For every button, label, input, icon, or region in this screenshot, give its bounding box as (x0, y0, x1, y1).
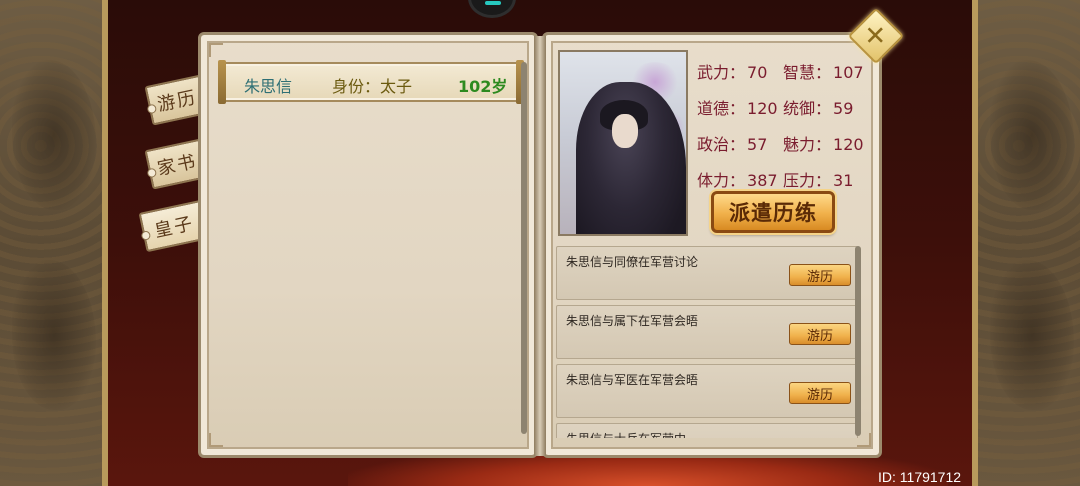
list-item: 朱思信与士兵在军营中 游历 (556, 423, 858, 438)
stat-label: 统御： (783, 99, 832, 118)
character-list-item[interactable]: 朱思信 身份：太子 102岁 (218, 60, 524, 104)
tab-label: 皇子 (152, 213, 197, 242)
character-age: 102岁 (458, 77, 508, 96)
list-item: 朱思信与军医在军营会晤 游历 (556, 364, 858, 418)
event-text: 朱思信与军医在军营会晤 (566, 373, 699, 387)
event-text: 朱思信与士兵在军营中 (566, 430, 686, 438)
stat-value: 59 (833, 99, 854, 118)
figure-face (612, 114, 638, 148)
stat-value: 70 (747, 63, 768, 82)
stat-force: 武力： 70 (697, 59, 767, 83)
stat-label: 政治： (697, 135, 746, 154)
stat-label: 魅力： (783, 135, 832, 154)
stat-pressure: 压力： 31 (783, 167, 853, 191)
dispatch-training-button[interactable]: 派遣历练 (711, 191, 835, 233)
stat-value: 107 (833, 63, 864, 82)
stat-command: 统御： 59 (783, 95, 853, 119)
right-ornament-panel (972, 0, 1080, 486)
dragon-ornament-icon (990, 260, 1074, 410)
stat-value: 120 (833, 135, 864, 154)
list-item: 朱思信与同僚在军营讨论 游历 (556, 246, 858, 300)
close-icon: ✕ (864, 21, 887, 52)
travel-button[interactable]: 游历 (789, 382, 851, 404)
character-name: 朱思信 (244, 77, 293, 96)
event-list-scrollbar[interactable] (855, 246, 861, 436)
dragon-ornament-icon (12, 60, 96, 210)
list-item: 朱思信与属下在军营会晤 游历 (556, 305, 858, 359)
event-text: 朱思信与同僚在军营讨论 (566, 255, 699, 269)
stat-stamina: 体力： 387 (697, 167, 778, 191)
tab-label: 游历 (155, 87, 200, 116)
dragon-ornament-icon (12, 260, 96, 410)
travel-button[interactable]: 游历 (789, 323, 851, 345)
book-spine (534, 36, 546, 456)
stat-value: 31 (833, 171, 854, 190)
stat-morality: 道德： 120 (697, 95, 778, 119)
stat-charm: 魅力： 120 (783, 131, 864, 155)
event-list[interactable]: 朱思信与同僚在军营讨论 游历 朱思信与属下在军营会晤 游历 朱思信与军医在军营会… (556, 244, 858, 438)
character-role: 身份：太子 (332, 77, 413, 96)
stat-value: 57 (747, 135, 768, 154)
event-text: 朱思信与属下在军营会晤 (566, 314, 699, 328)
dragon-ornament-icon (990, 60, 1074, 210)
page-corner (209, 433, 223, 447)
stat-label: 体力： (697, 171, 746, 190)
stat-label: 压力： (783, 171, 832, 190)
stat-politics: 政治： 57 (697, 131, 767, 155)
travel-button[interactable]: 游历 (789, 264, 851, 286)
stat-label: 道德： (697, 99, 746, 118)
left-ornament-panel (0, 0, 108, 486)
stat-label: 智慧： (783, 63, 832, 82)
character-portrait (558, 50, 688, 236)
character-list-scrollbar[interactable] (521, 62, 527, 434)
stat-label: 武力： (697, 63, 746, 82)
page-corner (209, 43, 223, 57)
stat-value: 120 (747, 99, 778, 118)
stat-value: 387 (747, 171, 778, 190)
tab-label: 家书 (155, 151, 200, 180)
stat-wisdom: 智慧： 107 (783, 59, 864, 83)
player-id-label: ID: 11791712 (878, 469, 962, 485)
